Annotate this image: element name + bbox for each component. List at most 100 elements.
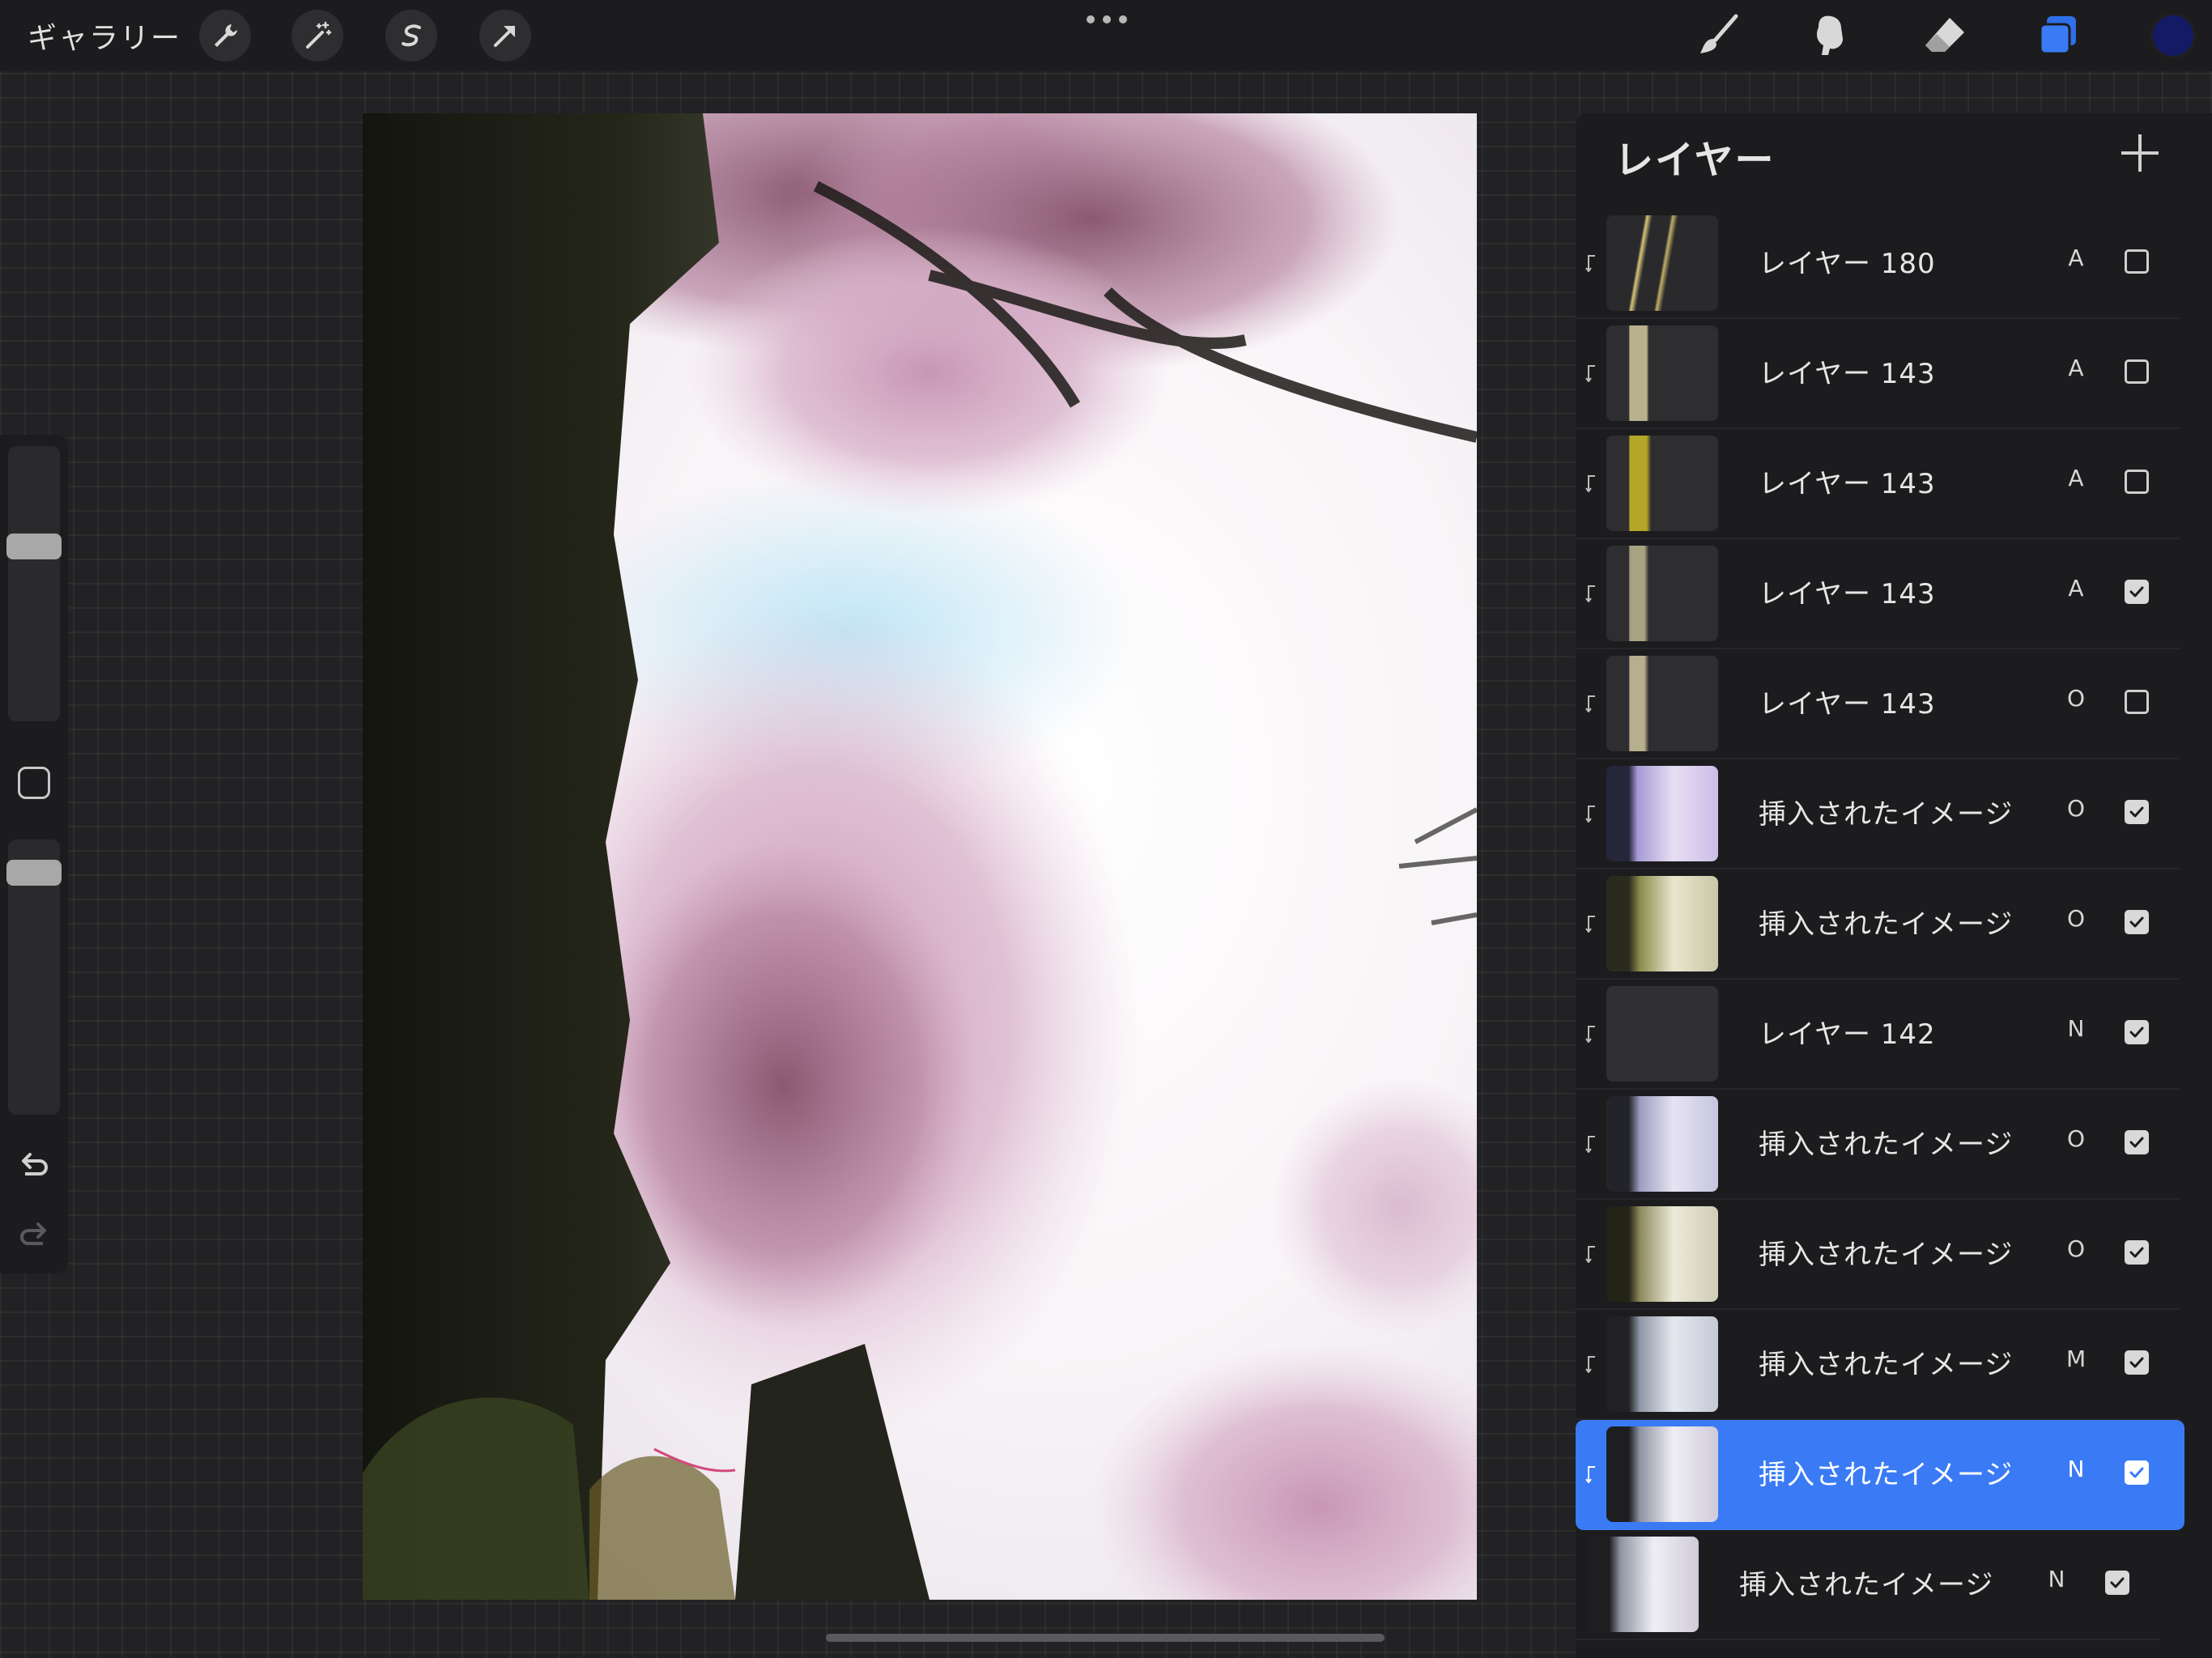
layer-name: 挿入されたイメージ: [1759, 1129, 2014, 1161]
layer-row[interactable]: 挿入されたイメージ O: [1576, 759, 2212, 869]
drawing-canvas[interactable]: [363, 113, 1477, 1600]
layer-thumbnail[interactable]: [1587, 1537, 1699, 1632]
visibility-checkbox[interactable]: [2125, 690, 2149, 714]
layer-row[interactable]: レイヤー 143 A: [1576, 429, 2212, 539]
brush-opacity-thumb[interactable]: [6, 860, 62, 886]
layers-panel-title: レイヤー: [1614, 138, 1776, 183]
blend-mode-button[interactable]: O: [2066, 1235, 2086, 1262]
selection-icon: [402, 24, 421, 47]
layer-row[interactable]: レイヤー 180 A: [1576, 209, 2212, 319]
layer-name: 挿入されたイメージ: [1759, 908, 2014, 941]
eraser-icon: [1925, 18, 1964, 52]
blend-mode-button[interactable]: O: [2066, 905, 2086, 932]
visibility-checkbox[interactable]: [2125, 910, 2149, 934]
layer-row[interactable]: 挿入されたイメージ N: [1576, 1420, 2184, 1530]
visibility-checkbox[interactable]: [2125, 1460, 2149, 1485]
blend-mode-button[interactable]: N: [2047, 1566, 2066, 1592]
layers-tool[interactable]: [2031, 8, 2086, 63]
layer-row[interactable]: 挿入されたイメージ O: [1576, 869, 2212, 980]
layer-row[interactable]: レイヤー 142 N: [1576, 980, 2212, 1090]
layer-thumbnail[interactable]: [1606, 436, 1718, 531]
checkmark-icon: [2129, 1027, 2144, 1038]
blend-mode-button[interactable]: A: [2066, 355, 2086, 381]
layer-row[interactable]: レイヤー 143 O: [1576, 649, 2212, 759]
home-indicator: [826, 1634, 1385, 1642]
layer-thumbnail[interactable]: [1606, 1316, 1718, 1412]
brush-size-thumb[interactable]: [6, 534, 62, 559]
adjustments-button[interactable]: [291, 10, 343, 62]
visibility-checkbox[interactable]: [2125, 1020, 2149, 1044]
brush-opacity-slider[interactable]: [6, 840, 62, 1115]
layer-name: レイヤー 143: [1759, 468, 1936, 500]
brush-tool[interactable]: [1691, 8, 1746, 63]
layer-row[interactable]: 挿入されたイメージ O: [1576, 1200, 2212, 1310]
checkmark-icon: [2129, 1247, 2144, 1258]
layer-thumbnail[interactable]: [1606, 546, 1718, 641]
clipping-mask-icon: [1585, 254, 1597, 273]
clipping-mask-icon: [1585, 1245, 1597, 1264]
layer-thumbnail[interactable]: [1606, 876, 1718, 971]
layer-thumbnail[interactable]: [1606, 1096, 1718, 1192]
clipping-mask-icon: [1585, 1025, 1597, 1044]
smudge-tool[interactable]: [1804, 8, 1859, 63]
visibility-checkbox[interactable]: [2125, 359, 2149, 384]
checkmark-icon: [2129, 1357, 2144, 1368]
layer-row[interactable]: 挿入されたイメージ N: [1576, 1530, 2193, 1640]
layer-thumbnail[interactable]: [1606, 1206, 1718, 1302]
clipping-mask-icon: [1585, 585, 1597, 603]
visibility-checkbox[interactable]: [2125, 800, 2149, 824]
visibility-checkbox[interactable]: [2125, 580, 2149, 604]
selection-button[interactable]: [385, 10, 437, 62]
layer-name: レイヤー 143: [1759, 578, 1936, 610]
layer-name: レイヤー 143: [1759, 358, 1936, 390]
checkmark-icon: [2129, 586, 2144, 597]
wrench-icon: [215, 24, 237, 47]
visibility-checkbox[interactable]: [2125, 1130, 2149, 1154]
blend-mode-button[interactable]: N: [2066, 1456, 2086, 1482]
redo-button[interactable]: [15, 1217, 53, 1256]
checkmark-icon: [2129, 1137, 2144, 1148]
brush-size-slider[interactable]: [6, 446, 62, 721]
actions-button[interactable]: [199, 10, 251, 62]
layer-thumbnail[interactable]: [1606, 325, 1718, 421]
blend-mode-button[interactable]: M: [2066, 1346, 2086, 1372]
smudge-icon: [1817, 15, 1843, 55]
blend-mode-button[interactable]: A: [2066, 575, 2086, 602]
layer-thumbnail[interactable]: [1606, 1426, 1718, 1522]
color-picker-button[interactable]: [2150, 13, 2196, 58]
undo-button[interactable]: [15, 1147, 53, 1186]
layer-thumbnail[interactable]: [1606, 986, 1718, 1082]
layer-row[interactable]: レイヤー 143 A: [1576, 539, 2212, 649]
clipping-mask-icon: [1585, 915, 1597, 933]
blend-mode-button[interactable]: A: [2066, 465, 2086, 491]
visibility-checkbox[interactable]: [2105, 1571, 2129, 1595]
layer-thumbnail[interactable]: [1606, 656, 1718, 751]
more-icon[interactable]: [1087, 11, 1127, 28]
layer-thumbnail[interactable]: [1606, 766, 1718, 861]
transform-button[interactable]: [479, 10, 531, 62]
checkmark-icon: [2110, 1577, 2125, 1588]
layer-thumbnail[interactable]: [1606, 215, 1718, 311]
clipping-mask-icon: [1585, 805, 1597, 823]
visibility-checkbox[interactable]: [2125, 1240, 2149, 1265]
layer-name: 挿入されたイメージ: [1759, 1459, 2014, 1491]
layer-row[interactable]: 挿入されたイメージ O: [1576, 1090, 2212, 1200]
blend-mode-button[interactable]: O: [2066, 795, 2086, 822]
blend-mode-button[interactable]: N: [2066, 1015, 2086, 1042]
blend-mode-button[interactable]: O: [2066, 1125, 2086, 1152]
layer-row[interactable]: 挿入されたイメージ M: [1576, 1310, 2212, 1420]
blend-mode-button[interactable]: O: [2066, 685, 2086, 712]
gallery-button[interactable]: ギャラリー: [28, 15, 181, 57]
magic-wand-icon: [306, 21, 332, 49]
eraser-tool[interactable]: [1917, 8, 1972, 63]
layer-row[interactable]: レイヤー 143 A: [1576, 319, 2212, 429]
layer-name: レイヤー 143: [1759, 688, 1936, 721]
visibility-checkbox[interactable]: [2125, 1350, 2149, 1375]
visibility-checkbox[interactable]: [2125, 470, 2149, 494]
blend-mode-button[interactable]: A: [2066, 244, 2086, 271]
modify-button[interactable]: [18, 767, 50, 799]
layer-name: 挿入されたイメージ: [1759, 1239, 2014, 1271]
left-sidebar: [0, 435, 68, 1273]
visibility-checkbox[interactable]: [2125, 249, 2149, 274]
add-layer-button[interactable]: [2118, 131, 2162, 175]
